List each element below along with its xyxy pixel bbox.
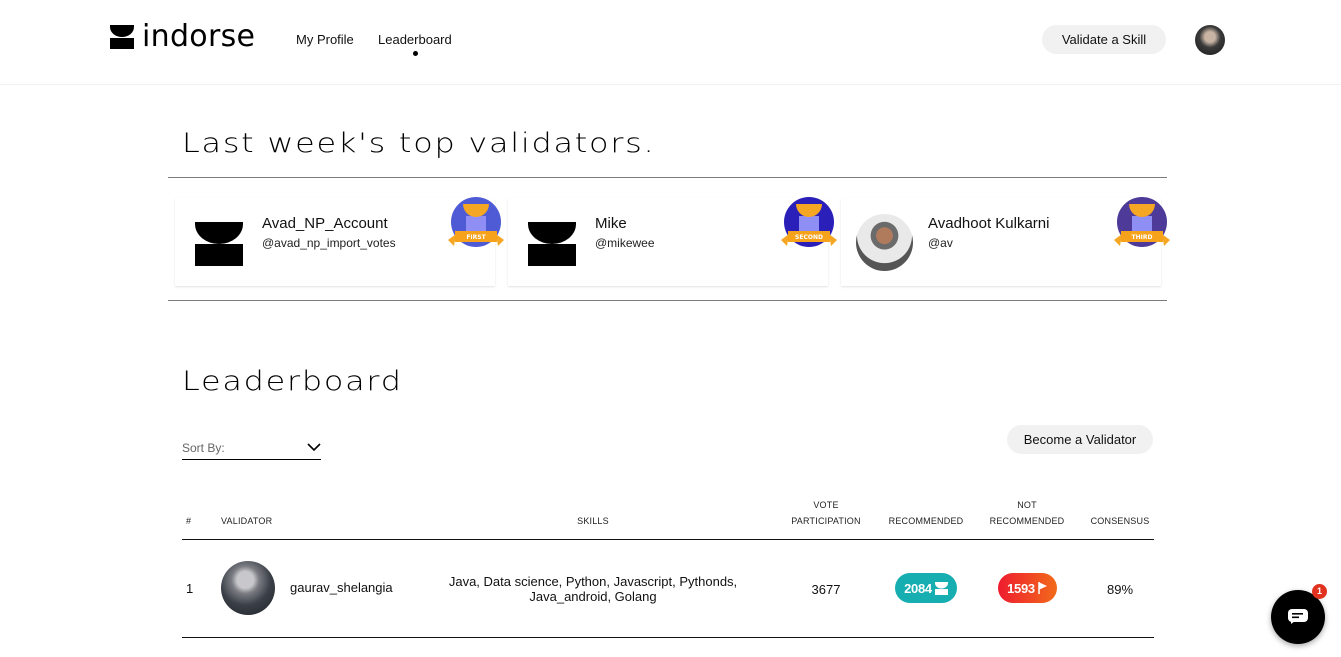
divider xyxy=(168,177,1167,178)
chat-icon xyxy=(1288,609,1308,624)
column-header-skills: SKILLS xyxy=(577,516,609,526)
validator-name: Avadhoot Kulkarni xyxy=(928,215,1050,232)
indorse-logo-icon xyxy=(934,581,948,595)
leaderboard-title: Leaderboard xyxy=(182,366,403,397)
column-header-line: PARTICIPATION xyxy=(791,516,861,526)
validator-skills: Java, Data science, Python, Javascript, … xyxy=(448,574,738,604)
rank: 1 xyxy=(186,581,194,596)
top-header: indorse My Profile Leaderboard Validate … xyxy=(0,0,1341,85)
column-header-recommended: RECOMMENDED xyxy=(888,516,964,526)
sort-by-label: Sort By: xyxy=(182,441,225,455)
validator-avatar[interactable] xyxy=(221,561,275,615)
indorse-logo[interactable]: indorse xyxy=(110,22,255,52)
first-place-badge-icon: FIRST xyxy=(448,197,504,247)
indorse-logo-icon xyxy=(528,222,576,266)
column-header-rank: # xyxy=(186,516,192,526)
flag-icon xyxy=(1038,582,1047,594)
become-validator-button[interactable]: Become a Validator xyxy=(1007,425,1153,454)
badge-label: FIRST xyxy=(466,234,486,241)
consensus: 89% xyxy=(1106,582,1134,597)
active-nav-indicator xyxy=(413,51,418,56)
validator-name: Mike xyxy=(595,215,627,232)
indorse-logo-icon xyxy=(195,222,243,266)
badge-label: THIRD xyxy=(1132,234,1153,241)
column-header-line: NOT xyxy=(1017,500,1037,510)
logo-text: indorse xyxy=(142,19,256,54)
column-header-consensus: CONSENSUS xyxy=(1090,516,1150,526)
column-header-line: RECOMMENDED xyxy=(989,516,1065,526)
validate-skill-button[interactable]: Validate a Skill xyxy=(1042,25,1166,54)
validator-avatar xyxy=(856,214,913,271)
chevron-down-icon xyxy=(307,443,321,452)
nav-my-profile[interactable]: My Profile xyxy=(296,32,354,47)
chat-unread-badge: 1 xyxy=(1312,584,1327,599)
validator-handle: @av xyxy=(928,236,953,250)
column-header-line: VOTE xyxy=(813,500,839,510)
top-validators-title: Last week's top validators. xyxy=(182,128,656,159)
column-header-validator: VALIDATOR xyxy=(221,516,273,526)
validator-handle: @avad_np_import_votes xyxy=(262,236,396,250)
indorse-logo-icon xyxy=(110,25,134,49)
recommended-count-pill[interactable]: 2084 xyxy=(895,573,957,603)
validator-handle: @mikewee xyxy=(595,236,655,250)
second-place-badge-icon: SECOND xyxy=(781,197,837,247)
not-recommended-count: 1593 xyxy=(1007,580,1035,596)
nav-leaderboard[interactable]: Leaderboard xyxy=(378,32,452,47)
validator-name: Avad_NP_Account xyxy=(262,215,388,232)
table-row-divider xyxy=(182,637,1154,638)
user-avatar[interactable] xyxy=(1195,25,1225,55)
recommended-count: 2084 xyxy=(904,580,932,596)
divider xyxy=(168,300,1167,301)
not-recommended-count-pill[interactable]: 1593 xyxy=(998,573,1057,603)
sort-by-dropdown[interactable]: Sort By: xyxy=(182,437,321,460)
third-place-badge-icon: THIRD xyxy=(1114,197,1170,247)
badge-label: SECOND xyxy=(795,234,823,241)
column-header-not-recommended: NOT RECOMMENDED xyxy=(984,497,1070,529)
vote-participation: 3677 xyxy=(811,582,841,597)
validator-username[interactable]: gaurav_shelangia xyxy=(290,580,393,595)
column-header-vote-participation: VOTE PARTICIPATION xyxy=(786,497,866,529)
table-row[interactable]: 1 gaurav_shelangia Java, Data science, P… xyxy=(0,540,1341,637)
